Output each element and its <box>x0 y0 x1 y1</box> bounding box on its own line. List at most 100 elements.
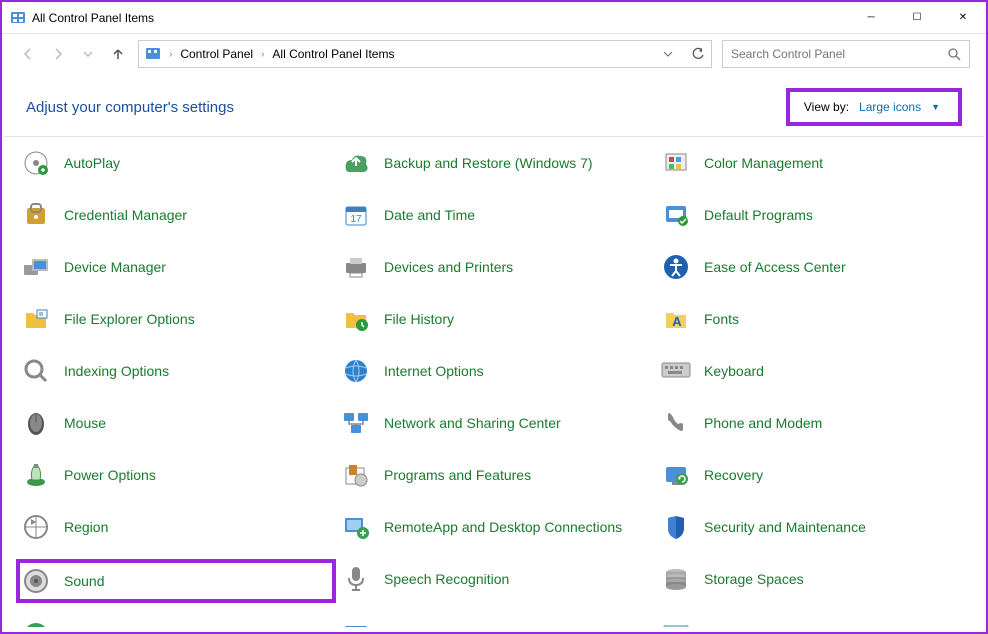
item-label: Credential Manager <box>64 207 187 224</box>
device-manager-icon <box>20 251 52 283</box>
item-label: Fonts <box>704 311 739 328</box>
autoplay-icon <box>20 147 52 179</box>
subheader: Adjust your computer's settings View by:… <box>2 74 986 136</box>
item-label: Ease of Access Center <box>704 259 846 276</box>
item-label: AutoPlay <box>64 155 120 172</box>
control-panel-item-fonts[interactable]: A Fonts <box>656 299 976 339</box>
control-panel-item-ease-access[interactable]: Ease of Access Center <box>656 247 976 287</box>
svg-text:17: 17 <box>350 214 362 225</box>
backup-icon <box>340 147 372 179</box>
titlebar: All Control Panel Items ─ ☐ ✕ <box>2 2 986 34</box>
control-panel-item-devices-printers[interactable]: Devices and Printers <box>336 247 656 287</box>
default-programs-icon <box>660 199 692 231</box>
view-by-label: View by: <box>804 100 849 114</box>
maximize-button[interactable]: ☐ <box>894 2 940 34</box>
svg-text:A: A <box>672 314 682 329</box>
control-panel-item-credential[interactable]: Credential Manager <box>16 195 336 235</box>
keyboard-icon <box>660 355 692 387</box>
control-panel-item-backup[interactable]: Backup and Restore (Windows 7) <box>336 143 656 183</box>
control-panel-item-indexing[interactable]: Indexing Options <box>16 351 336 391</box>
control-panel-item-power[interactable]: Power Options <box>16 455 336 495</box>
control-panel-item-remoteapp[interactable]: RemoteApp and Desktop Connections <box>336 507 656 547</box>
search-input[interactable] <box>731 47 947 61</box>
forward-button[interactable] <box>48 44 68 64</box>
control-panel-item-network[interactable]: Network and Sharing Center <box>336 403 656 443</box>
recent-button[interactable] <box>78 44 98 64</box>
file-explorer-icon <box>20 303 52 335</box>
view-by-selector[interactable]: View by: Large icons ▼ <box>786 88 962 126</box>
control-panel-item-sound[interactable]: Sound <box>16 559 336 603</box>
item-label: Phone and Modem <box>704 415 822 432</box>
speech-icon <box>340 563 372 595</box>
close-button[interactable]: ✕ <box>940 2 986 34</box>
control-panel-item-mouse[interactable]: Mouse <box>16 403 336 443</box>
control-panel-item-taskbar[interactable]: Taskbar and Navigation <box>656 615 976 627</box>
file-history-icon <box>340 303 372 335</box>
remoteapp-icon <box>340 511 372 543</box>
item-label: Default Programs <box>704 207 813 224</box>
control-panel-item-color[interactable]: Color Management <box>656 143 976 183</box>
breadcrumb-current[interactable]: All Control Panel Items <box>272 47 394 61</box>
dropdown-icon[interactable] <box>663 49 673 59</box>
minimize-button[interactable]: ─ <box>848 2 894 34</box>
item-label: Region <box>64 519 108 536</box>
item-label: Keyboard <box>704 363 764 380</box>
page-title: Adjust your computer's settings <box>26 99 234 116</box>
storage-icon <box>660 563 692 595</box>
control-panel-item-autoplay[interactable]: AutoPlay <box>16 143 336 183</box>
item-label: Indexing Options <box>64 363 169 380</box>
control-panel-item-default-programs[interactable]: Default Programs <box>656 195 976 235</box>
control-panel-item-region[interactable]: Region <box>16 507 336 547</box>
item-label: Storage Spaces <box>704 571 804 588</box>
region-icon <box>20 511 52 543</box>
sync-icon <box>20 619 52 627</box>
control-panel-item-system[interactable]: System <box>336 615 656 627</box>
control-panel-item-internet[interactable]: Internet Options <box>336 351 656 391</box>
chevron-down-icon: ▼ <box>931 102 940 112</box>
back-button[interactable] <box>18 44 38 64</box>
control-panel-item-security[interactable]: Security and Maintenance <box>656 507 976 547</box>
content-area: AutoPlay Backup and Restore (Windows 7) Co… <box>2 137 986 627</box>
sound-icon <box>20 565 52 597</box>
item-label: Date and Time <box>384 207 475 224</box>
phone-icon <box>660 407 692 439</box>
fonts-icon: A <box>660 303 692 335</box>
control-panel-item-keyboard[interactable]: Keyboard <box>656 351 976 391</box>
up-button[interactable] <box>108 44 128 64</box>
search-box[interactable] <box>722 40 970 68</box>
item-label: Sound <box>64 573 104 590</box>
control-panel-item-storage[interactable]: Storage Spaces <box>656 559 976 599</box>
item-label: File Explorer Options <box>64 311 195 328</box>
view-by-value: Large icons <box>859 100 921 114</box>
internet-icon <box>340 355 372 387</box>
item-label: Security and Maintenance <box>704 519 866 536</box>
control-panel-item-recovery[interactable]: Recovery <box>656 455 976 495</box>
item-label: File History <box>384 311 454 328</box>
ease-access-icon <box>660 251 692 283</box>
refresh-icon[interactable] <box>691 47 705 61</box>
control-panel-item-phone[interactable]: Phone and Modem <box>656 403 976 443</box>
control-panel-item-sync[interactable]: Sync Center <box>16 615 336 627</box>
control-panel-icon <box>145 46 161 62</box>
address-box[interactable]: › Control Panel › All Control Panel Item… <box>138 40 712 68</box>
control-panel-item-file-history[interactable]: File History <box>336 299 656 339</box>
control-panel-item-speech[interactable]: Speech Recognition <box>336 559 656 599</box>
control-panel-item-datetime[interactable]: 17 Date and Time <box>336 195 656 235</box>
item-label: Backup and Restore (Windows 7) <box>384 155 593 172</box>
system-icon <box>340 619 372 627</box>
datetime-icon: 17 <box>340 199 372 231</box>
breadcrumb-separator: › <box>169 49 172 60</box>
taskbar-icon <box>660 619 692 627</box>
power-icon <box>20 459 52 491</box>
item-label: Devices and Printers <box>384 259 513 276</box>
item-label: Internet Options <box>384 363 484 380</box>
control-panel-item-file-explorer[interactable]: File Explorer Options <box>16 299 336 339</box>
control-panel-item-device-manager[interactable]: Device Manager <box>16 247 336 287</box>
recovery-icon <box>660 459 692 491</box>
breadcrumb-root[interactable]: Control Panel <box>180 47 253 61</box>
item-label: Programs and Features <box>384 467 531 484</box>
items-grid: AutoPlay Backup and Restore (Windows 7) Co… <box>16 143 976 627</box>
item-label: Recovery <box>704 467 763 484</box>
network-icon <box>340 407 372 439</box>
control-panel-item-programs[interactable]: Programs and Features <box>336 455 656 495</box>
